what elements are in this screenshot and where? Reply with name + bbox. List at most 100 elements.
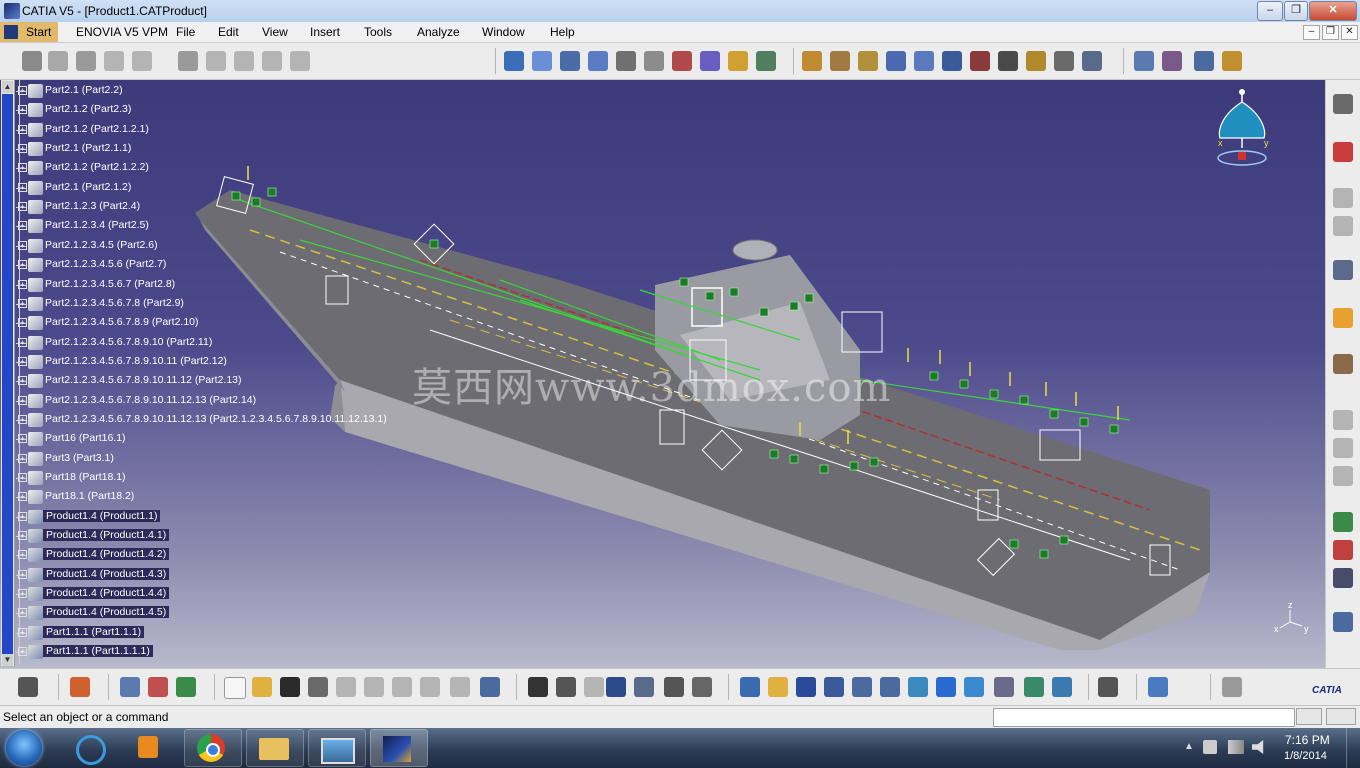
tool-icon[interactable] (672, 51, 692, 71)
clock-time[interactable]: 7:16 PM (1285, 733, 1330, 747)
update-icon[interactable] (1222, 677, 1242, 697)
save-icon[interactable] (280, 677, 300, 697)
expand-icon[interactable]: + (18, 86, 27, 95)
expand-icon[interactable]: + (18, 511, 27, 521)
tool-icon[interactable] (532, 51, 552, 71)
measure-icon[interactable] (1148, 677, 1168, 697)
expand-icon[interactable]: + (18, 395, 27, 405)
tool-icon[interactable] (178, 51, 198, 71)
expand-icon[interactable]: + (18, 318, 27, 328)
expand-icon[interactable]: + (18, 627, 27, 637)
tool-icon[interactable] (588, 51, 608, 71)
copy-icon[interactable] (364, 677, 384, 697)
tool-icon[interactable] (234, 51, 254, 71)
tool-icon[interactable] (1054, 51, 1074, 71)
tool-icon[interactable] (1333, 466, 1353, 486)
command-icon[interactable] (1326, 708, 1356, 725)
tree-scrollbar[interactable]: ▲ ▼ (1, 80, 15, 666)
minimize-button[interactable]: – (1257, 1, 1283, 21)
table-icon[interactable] (606, 677, 626, 697)
tool-icon[interactable] (48, 51, 68, 71)
menu-tools[interactable]: Tools (364, 25, 392, 39)
expand-icon[interactable]: + (18, 163, 27, 173)
command-input[interactable] (993, 708, 1295, 727)
tool-icon[interactable] (1333, 568, 1353, 588)
tool-icon[interactable] (858, 51, 878, 71)
tool-icon[interactable] (1333, 188, 1353, 208)
expand-icon[interactable]: + (18, 356, 27, 366)
menu-window[interactable]: Window (482, 25, 525, 39)
expand-icon[interactable]: + (18, 298, 27, 308)
doc-minimize-button[interactable]: – (1303, 25, 1320, 40)
doc-restore-button[interactable]: ❐ (1322, 25, 1339, 40)
tool-icon[interactable] (132, 51, 152, 71)
media-player-icon[interactable] (122, 729, 178, 765)
help-icon[interactable] (480, 677, 500, 697)
tool-icon[interactable] (1333, 216, 1353, 236)
tray-expand-icon[interactable]: ▲ (1184, 741, 1194, 752)
fit-all-icon[interactable] (768, 677, 788, 697)
expand-icon[interactable]: + (18, 202, 27, 212)
hide-show-icon[interactable] (1024, 677, 1044, 697)
print-icon[interactable] (308, 677, 328, 697)
tool-icon[interactable] (1333, 410, 1353, 430)
tool-icon[interactable] (148, 677, 168, 697)
menu-analyze[interactable]: Analyze (417, 25, 460, 39)
tool-icon[interactable] (1333, 612, 1353, 632)
expand-icon[interactable]: + (18, 608, 27, 618)
tool-icon[interactable] (120, 677, 140, 697)
windows-start-button[interactable] (6, 730, 42, 766)
menu-file[interactable]: File (176, 25, 195, 39)
expand-icon[interactable]: + (18, 569, 27, 579)
rotate-icon[interactable] (824, 677, 844, 697)
expand-icon[interactable]: + (18, 105, 27, 115)
chrome-icon[interactable] (184, 729, 242, 767)
menu-help[interactable]: Help (550, 25, 575, 39)
menu-start[interactable]: Start (0, 22, 58, 42)
show-desktop-button[interactable] (1346, 728, 1360, 768)
expand-icon[interactable]: + (18, 550, 27, 560)
volume-icon[interactable] (1252, 740, 1264, 754)
tool-icon[interactable] (22, 51, 42, 71)
normal-view-icon[interactable] (908, 677, 928, 697)
camera-icon[interactable] (18, 677, 38, 697)
catia-taskbar-icon[interactable] (370, 729, 428, 767)
clock-date[interactable]: 1/8/2014 (1284, 750, 1327, 762)
expand-icon[interactable]: + (18, 221, 27, 231)
shading-icon[interactable] (994, 677, 1014, 697)
maximize-button[interactable]: ❐ (1284, 1, 1308, 21)
open-folder-icon[interactable] (252, 677, 272, 697)
paste-icon[interactable] (392, 677, 412, 697)
expand-icon[interactable]: + (18, 240, 27, 250)
tool-icon[interactable] (290, 51, 310, 71)
fly-mode-icon[interactable] (740, 677, 760, 697)
expand-icon[interactable]: + (18, 531, 27, 541)
scroll-down-icon[interactable]: ▼ (2, 654, 13, 666)
menu-view[interactable]: View (262, 25, 288, 39)
tool-icon[interactable] (1333, 260, 1353, 280)
tool-icon[interactable] (176, 677, 196, 697)
tool-icon[interactable] (1082, 51, 1102, 71)
expand-icon[interactable]: + (18, 492, 27, 502)
tool-icon[interactable] (504, 51, 524, 71)
tool-icon[interactable] (560, 51, 580, 71)
multi-view-icon[interactable] (936, 677, 956, 697)
tool-icon[interactable] (700, 51, 720, 71)
tool-icon[interactable] (756, 51, 776, 71)
cut-icon[interactable] (336, 677, 356, 697)
redo-icon[interactable] (450, 677, 470, 697)
expand-icon[interactable]: + (18, 473, 27, 482)
tool-icon[interactable] (692, 677, 712, 697)
expand-icon[interactable]: + (18, 260, 27, 270)
tool-icon[interactable] (886, 51, 906, 71)
iso-view-icon[interactable] (964, 677, 984, 697)
expand-icon[interactable]: + (18, 453, 27, 463)
expand-icon[interactable]: + (18, 414, 27, 424)
expand-icon[interactable]: + (18, 182, 27, 192)
close-button[interactable]: ✕ (1309, 1, 1357, 21)
tool-icon[interactable] (1333, 540, 1353, 560)
tool-icon[interactable] (1333, 94, 1353, 114)
tool-icon[interactable] (1333, 354, 1353, 374)
tool-icon[interactable] (1222, 51, 1242, 71)
tool-icon[interactable] (914, 51, 934, 71)
